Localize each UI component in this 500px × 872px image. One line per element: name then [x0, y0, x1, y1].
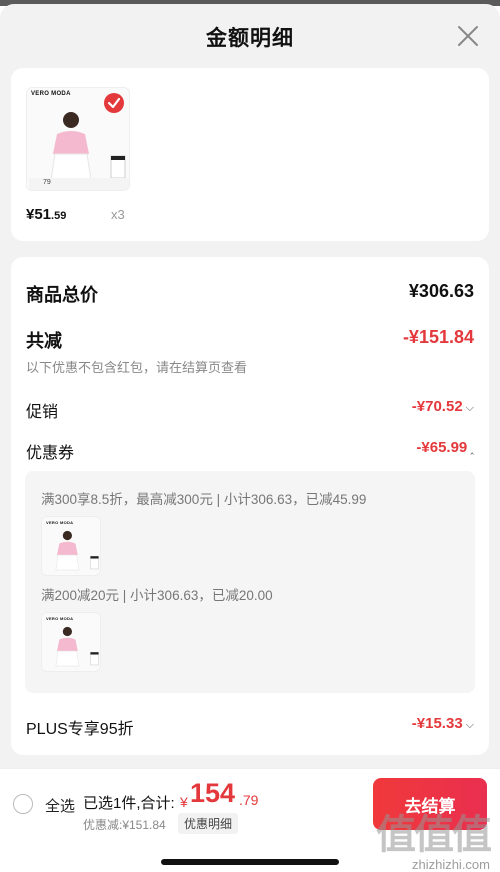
product-image: [42, 613, 100, 671]
amount-detail-sheet: 金额明细 VERO MODA 79 ¥51.59 x3 商品总价 ¥306.63…: [0, 4, 500, 872]
promo-label: 促销: [26, 404, 59, 421]
check-icon: [107, 97, 121, 109]
plus-row-toggle[interactable]: -¥15.33 ⌵: [412, 715, 474, 732]
plus-value: -¥15.33: [411, 715, 463, 732]
brand-label: VERO MODA: [31, 91, 71, 97]
home-indicator: [161, 859, 339, 865]
chevron-down-icon: ⌵: [465, 402, 474, 414]
promo-value: -¥70.52: [411, 398, 463, 415]
unit-price-int: ¥51: [26, 206, 52, 223]
product-image: [42, 517, 100, 575]
brand-label: VERO MODA: [46, 616, 74, 621]
watermark: 值值值 zhizhizhi.com: [345, 813, 492, 872]
sheet-title: 金额明细: [206, 27, 294, 50]
tag-price: 79: [43, 179, 51, 186]
watermark-logo: 值值值: [376, 813, 492, 857]
discount-note: 以下优惠不包含红包，请在结算页查看: [26, 360, 248, 375]
reduce-label: 共减: [26, 331, 62, 351]
coupon-product-thumbnail: VERO MODA: [41, 516, 101, 576]
coupon-line: 满300享8.5折，最高减300元 | 小计306.63，已减45.99: [41, 492, 367, 507]
product-card: VERO MODA 79 ¥51.59 x3: [11, 68, 489, 241]
close-button[interactable]: [456, 24, 480, 48]
chevron-up-icon: ‸: [470, 443, 474, 455]
coupon-line: 满200减20元 | 小计306.63，已减20.00: [41, 588, 273, 603]
product-thumbnail[interactable]: VERO MODA 79: [26, 87, 130, 191]
unit-price: ¥51.59: [26, 206, 66, 223]
reduce-value: -¥151.84: [402, 327, 474, 347]
coupon-product-thumbnail: VERO MODA: [41, 612, 101, 672]
coupon-row-toggle[interactable]: -¥65.99 ‸: [416, 439, 474, 456]
chevron-down-icon: ⌵: [465, 719, 474, 731]
selected-count-text: 已选1件,合计:: [83, 795, 175, 812]
quantity: x3: [111, 207, 125, 222]
close-icon: [458, 26, 478, 46]
discount-detail-button[interactable]: 优惠明细: [178, 813, 239, 834]
total-currency: ¥: [180, 794, 188, 810]
coupon-value: -¥65.99: [416, 439, 468, 456]
select-all-radio[interactable]: [13, 794, 33, 814]
plus-label: PLUS专享95折: [26, 721, 134, 738]
brand-label: VERO MODA: [46, 520, 74, 525]
checkout-bar: 全选 已选1件,合计: ¥ 154 .79 优惠减:¥151.84 优惠明细 去…: [0, 768, 500, 872]
selected-badge[interactable]: [104, 93, 124, 113]
unit-price-dec: .59: [51, 210, 67, 222]
select-all-label[interactable]: 全选: [45, 795, 75, 816]
total-label: 商品总价: [26, 285, 98, 305]
sheet-header: 金额明细: [0, 4, 500, 66]
price-summary-card: 商品总价 ¥306.63 共减 -¥151.84 以下优惠不包含红包，请在结算页…: [11, 257, 489, 755]
total-amount: 154: [190, 778, 236, 808]
coupon-detail-panel: 满300享8.5折，最高减300元 | 小计306.63，已减45.99 VER…: [25, 471, 475, 693]
total-value: ¥306.63: [408, 281, 474, 301]
promo-row-toggle[interactable]: -¥70.52 ⌵: [412, 398, 474, 415]
total-amount-decimal: .79: [239, 792, 259, 808]
coupon-label: 优惠券: [26, 445, 75, 462]
discount-summary: 优惠减:¥151.84: [83, 818, 166, 832]
watermark-url: zhizhizhi.com: [411, 857, 490, 872]
